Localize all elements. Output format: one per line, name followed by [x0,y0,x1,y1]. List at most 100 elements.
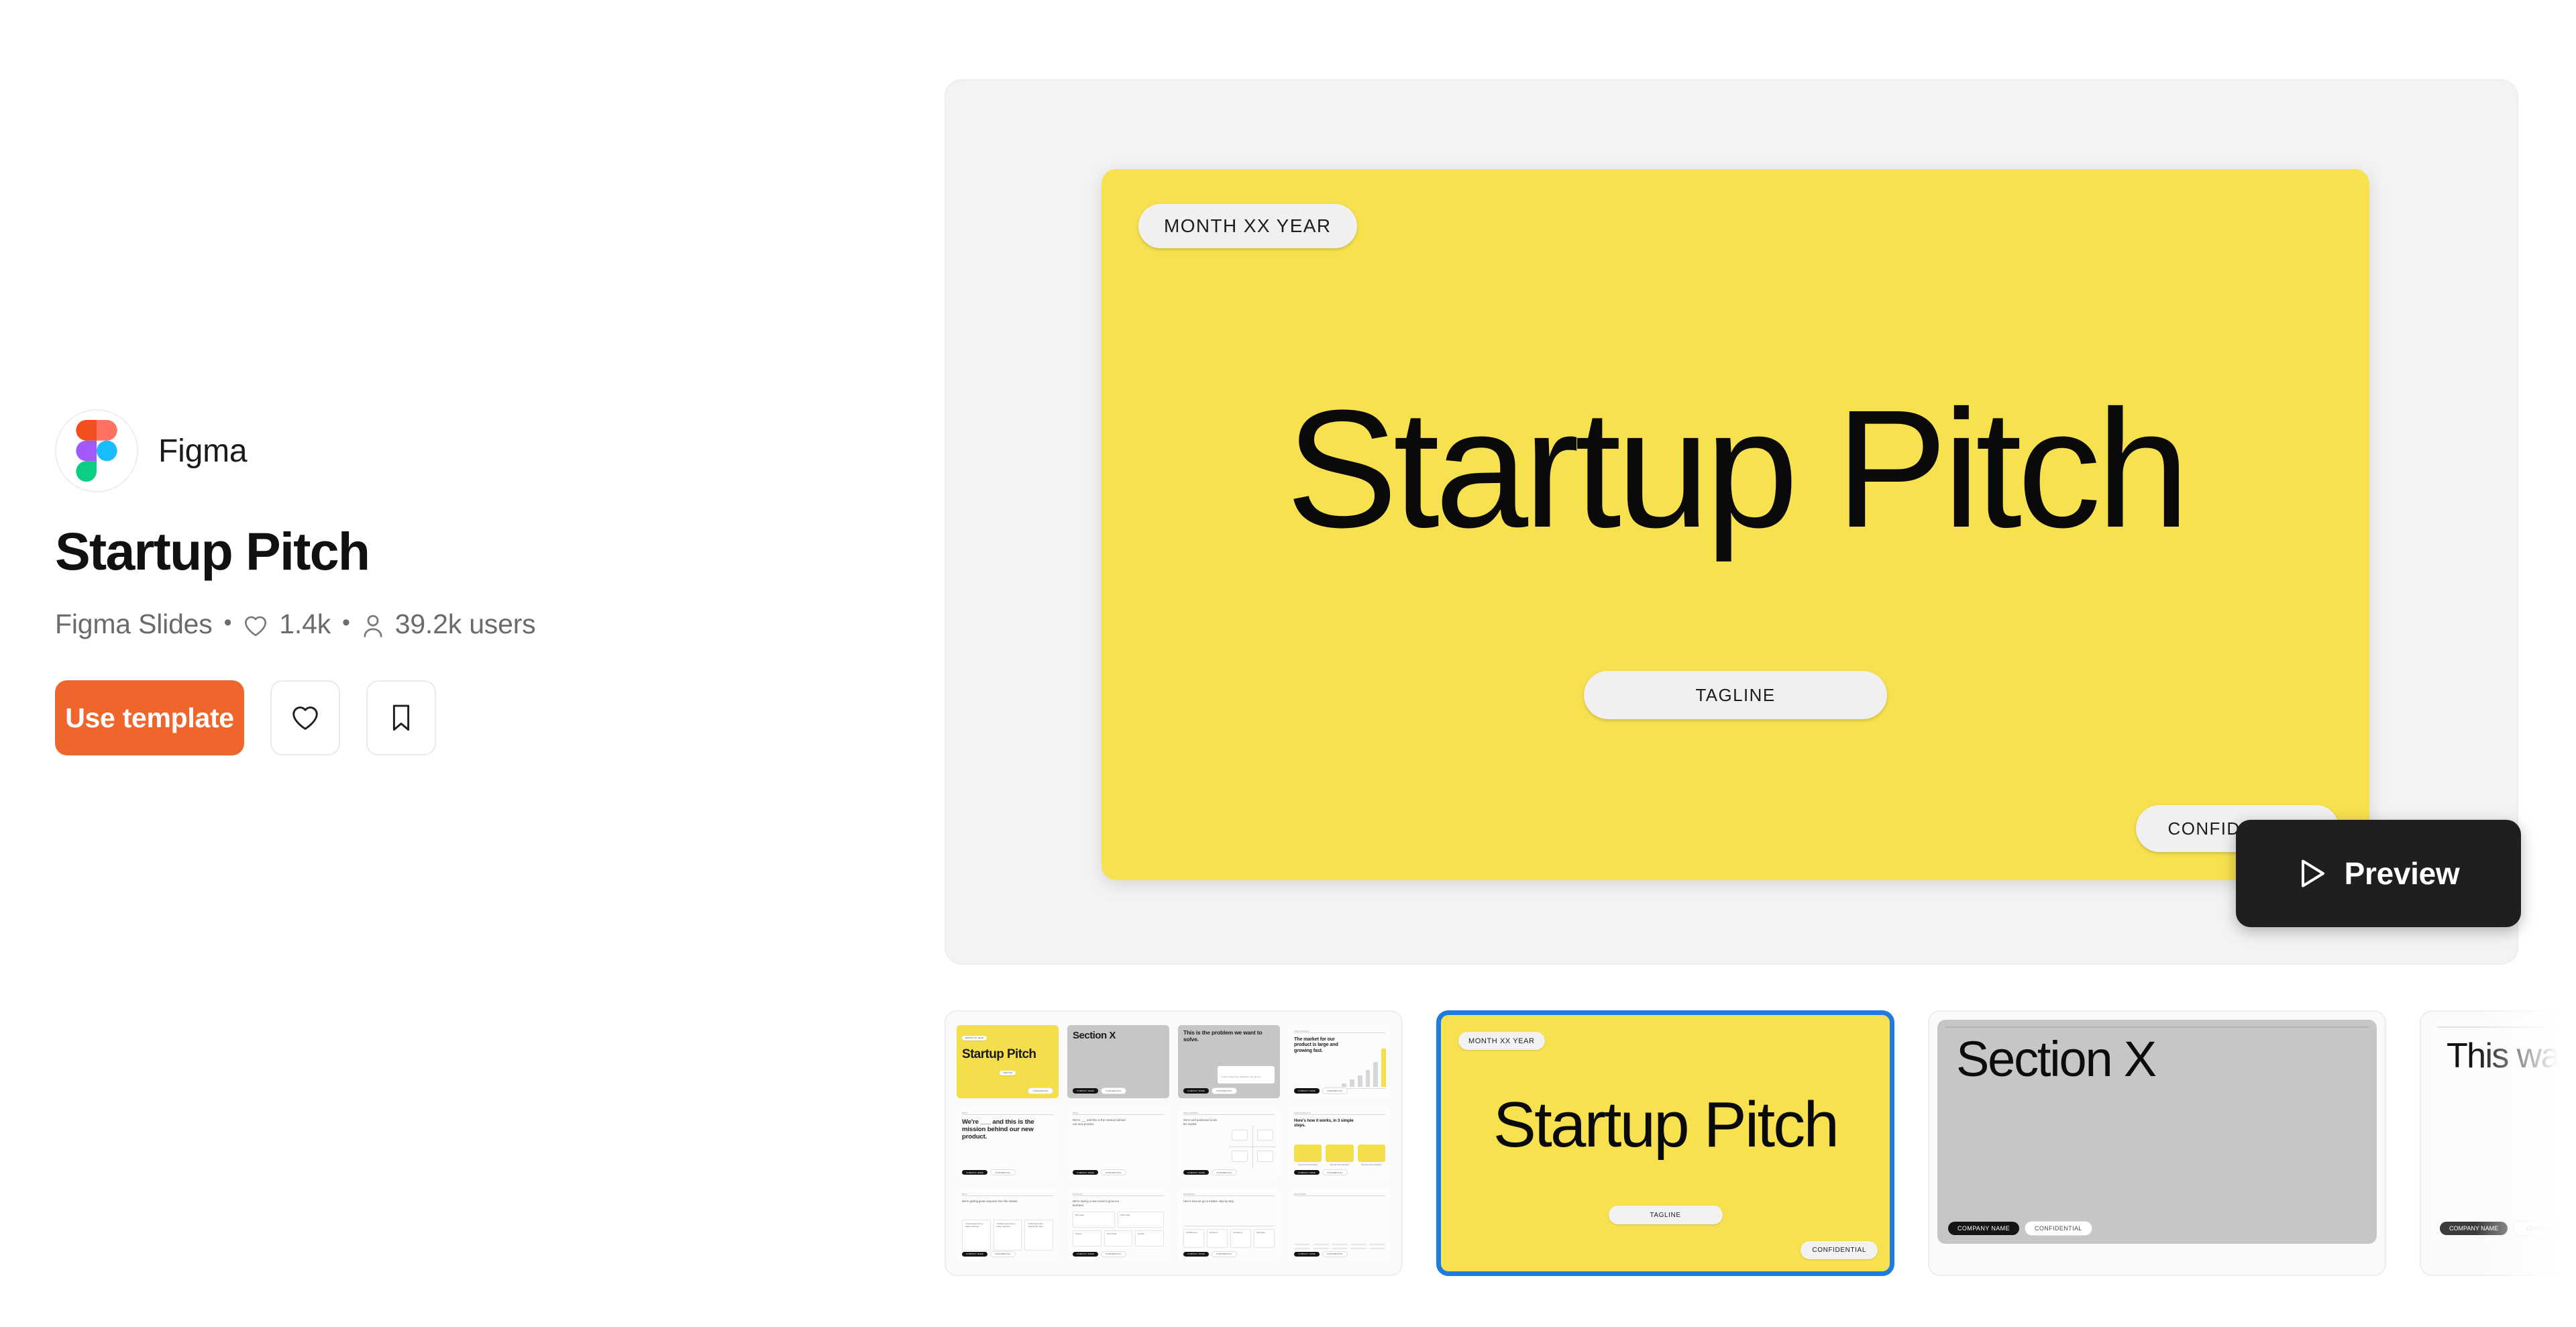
mini-company-badge: COMPANY NAME [1183,1170,1209,1175]
mini-confidential-badge: CONFIDENTIAL [1028,1087,1053,1094]
publisher-name: Figma [158,433,248,469]
template-meta: Figma Slides • 1.4k • 39.2k users [55,608,860,640]
overview-grid: MONTH XX YEAR Startup Pitch TAGLINE CONF… [946,1012,1401,1275]
thumb-footer: COMPANY NAME CONFIDENTIAL [1948,1221,2092,1236]
mini-confidential-badge: CONFIDENTIAL [1100,1169,1126,1176]
mini-confidential-badge: CONFIDENTIAL [989,1169,1016,1176]
preview-button[interactable]: Preview [2236,820,2521,927]
mini-footer: COMPANY NAME CONFIDENTIAL [962,1251,1016,1257]
mini-timeline: Q1 Build & test Q2 Launch Q3 Scale up Q4… [1183,1225,1275,1248]
mini-footer: COMPANY NAME CONFIDENTIAL [1183,1087,1237,1094]
mini-slide-title: MONTH XX YEAR Startup Pitch TAGLINE CONF… [957,1025,1059,1098]
thumbnail-strip: MONTH XX YEAR Startup Pitch TAGLINE CONF… [945,1010,2576,1292]
template-detail-page: Figma Startup Pitch Figma Slides • 1.4k … [0,0,2576,1327]
mini-title: The market for our product is large and … [1294,1036,1338,1053]
thumb-slide-content: This wan COMPANY NAME CONFIDENTIAL [2421,1012,2576,1275]
mini-footer: COMPANY NAME CONFIDENTIAL [1183,1169,1237,1176]
mini-slide-steps: THE PRODUCT Here's how it works, in 3 si… [1289,1106,1391,1180]
mini-confidential-badge: CONFIDENTIAL [1211,1087,1237,1094]
bookmark-icon [390,703,413,733]
mini-slide-mission-small: WHO We're ___ and this is the mission be… [1067,1106,1169,1180]
mini-title: We're getting great response from the ma… [962,1200,1018,1204]
mini-slide-problem: This is the problem we want to solve. A … [1178,1025,1280,1098]
slide-tagline-badge: TAGLINE [1584,671,1887,719]
meta-category: Figma Slides [55,608,213,639]
mini-footer: COMPANY NAME CONFIDENTIAL [1073,1251,1126,1257]
figma-logo-icon [76,420,117,482]
mini-title: Here's how we go to market, step by step… [1183,1200,1235,1204]
mini-title: We're ___ and this is the mission behind… [1073,1118,1126,1126]
mini-title: Here's how it works, in 3 simple steps. [1294,1118,1354,1128]
mini-footer: COMPANY NAME CONFIDENTIAL [1294,1169,1348,1176]
save-bookmark-button[interactable] [366,680,436,755]
meta-separator-2: • [342,609,350,635]
thumb-company-badge: COMPANY NAME [2440,1222,2508,1235]
thumb-slide-content: MONTH XX YEAR Startup Pitch TAGLINE CONF… [1441,1015,1890,1271]
mini-confidential-badge: CONFIDENTIAL [1322,1251,1348,1257]
mini-company-badge: COMPANY NAME [1183,1088,1209,1094]
users-count: 39.2k users [394,608,536,639]
mini-confidential-badge: CONFIDENTIAL [1100,1251,1126,1257]
mini-date-badge: MONTH XX YEAR [962,1035,987,1041]
main-slide-preview[interactable]: MONTH XX YEAR Startup Pitch TAGLINE CONF… [1102,169,2369,880]
thumb-slide-card: This wan COMPANY NAME CONFIDENTIAL [2429,1020,2576,1244]
thumbnail-overview-grid[interactable]: MONTH XX YEAR Startup Pitch TAGLINE CONF… [945,1010,1403,1276]
mini-title: Section X [1073,1030,1116,1041]
thumb-confidential-badge: CONFIDENTIAL [2513,1221,2576,1236]
thumbnail-slide-2-section[interactable]: Section X COMPANY NAME CONFIDENTIAL [1928,1010,2386,1276]
mini-footer: COMPANY NAME CONFIDENTIAL [1294,1251,1348,1257]
mini-footer: COMPANY NAME CONFIDENTIAL [1073,1169,1126,1176]
avatar [55,409,138,492]
mini-bar-chart [1342,1048,1386,1087]
thumb-tagline-badge: TAGLINE [1608,1206,1723,1224]
mini-company-badge: COMPANY NAME [962,1170,987,1175]
mini-company-badge: COMPANY NAME [1294,1170,1320,1175]
thumb-footer: COMPANY NAME CONFIDENTIAL [2440,1221,2576,1236]
thumbnail-slide-3-problem[interactable]: This wan COMPANY NAME CONFIDENTIAL [2420,1010,2576,1276]
mini-confidential-badge: CONFIDENTIAL [1100,1087,1126,1094]
mini-company-badge: COMPANY NAME [1073,1170,1098,1175]
mini-title: Startup Pitch [962,1047,1036,1061]
heart-icon [290,704,320,731]
mini-slide-chart: THE MARKET The market for our product is… [1289,1025,1391,1098]
mini-title: We're raising a new round to grow our bu… [1073,1200,1119,1208]
action-buttons: Use template [55,680,860,755]
mini-footer: COMPANY NAME CONFIDENTIAL [1294,1087,1348,1094]
template-info-panel: Figma Startup Pitch Figma Slides • 1.4k … [55,409,860,755]
mini-quadrant-chart [1229,1125,1276,1168]
mini-title: This is the problem we want to solve. [1183,1029,1263,1043]
thumb-date-badge: MONTH XX YEAR [1458,1032,1545,1050]
like-button[interactable] [270,680,340,755]
mini-pricing: $XX raised XX% to date Series A Use of fun… [1073,1211,1165,1249]
mini-company-badge: COMPANY NAME [962,1251,987,1257]
slide-title: Startup Pitch [1285,375,2190,562]
thumb-title: This wan [2447,1037,2576,1075]
mini-footer: COMPANY NAME CONFIDENTIAL [1073,1087,1126,1094]
thumb-confidential-badge: CONFIDENTIAL [2024,1221,2092,1236]
mini-quote: A short supporting statement can go here [1221,1075,1262,1078]
mini-footer: CONFIDENTIAL [1028,1087,1053,1094]
mini-slide-quadrant: THE MARKET We're well positioned to win … [1178,1106,1280,1180]
use-template-button[interactable]: Use template [55,680,244,755]
mini-title: We're well positioned to win the market. [1183,1118,1218,1126]
mini-steps: Step one short descriptor Step two short… [1294,1144,1385,1167]
thumb-top-rule [2437,1026,2576,1028]
meta-separator-1: • [223,609,232,635]
thumbnail-track: MONTH XX YEAR Startup Pitch TAGLINE CONF… [945,1010,2576,1292]
mini-slide-logos: PARTNERS COMPANY NAME CONFIDENTIAL [1289,1188,1391,1261]
play-triangle-icon [2298,857,2327,890]
mini-company-badge: COMPANY NAME [1294,1088,1320,1094]
mini-slide-timeline: ROADMAP Here's how we go to market, step… [1178,1188,1280,1261]
mini-slide-section: Section X COMPANY NAME CONFIDENTIAL [1067,1025,1169,1098]
mini-slide-pricing: PRICING We're raising a new round to gro… [1067,1188,1169,1261]
mini-slide-testimonials: WHY We're getting great response from th… [957,1188,1059,1261]
thumb-slide-content: Section X COMPANY NAME CONFIDENTIAL [1929,1012,2385,1275]
publisher-row[interactable]: Figma [55,409,860,492]
person-icon [362,614,384,638]
mini-company-badge: COMPANY NAME [1294,1251,1320,1257]
mini-confidential-badge: CONFIDENTIAL [1211,1251,1237,1257]
thumb-company-badge: COMPANY NAME [1948,1222,2019,1235]
thumbnail-slide-1-title[interactable]: MONTH XX YEAR Startup Pitch TAGLINE CONF… [1436,1010,1894,1276]
mini-confidential-badge: CONFIDENTIAL [1322,1169,1348,1176]
mini-logo-grid [1294,1243,1385,1249]
